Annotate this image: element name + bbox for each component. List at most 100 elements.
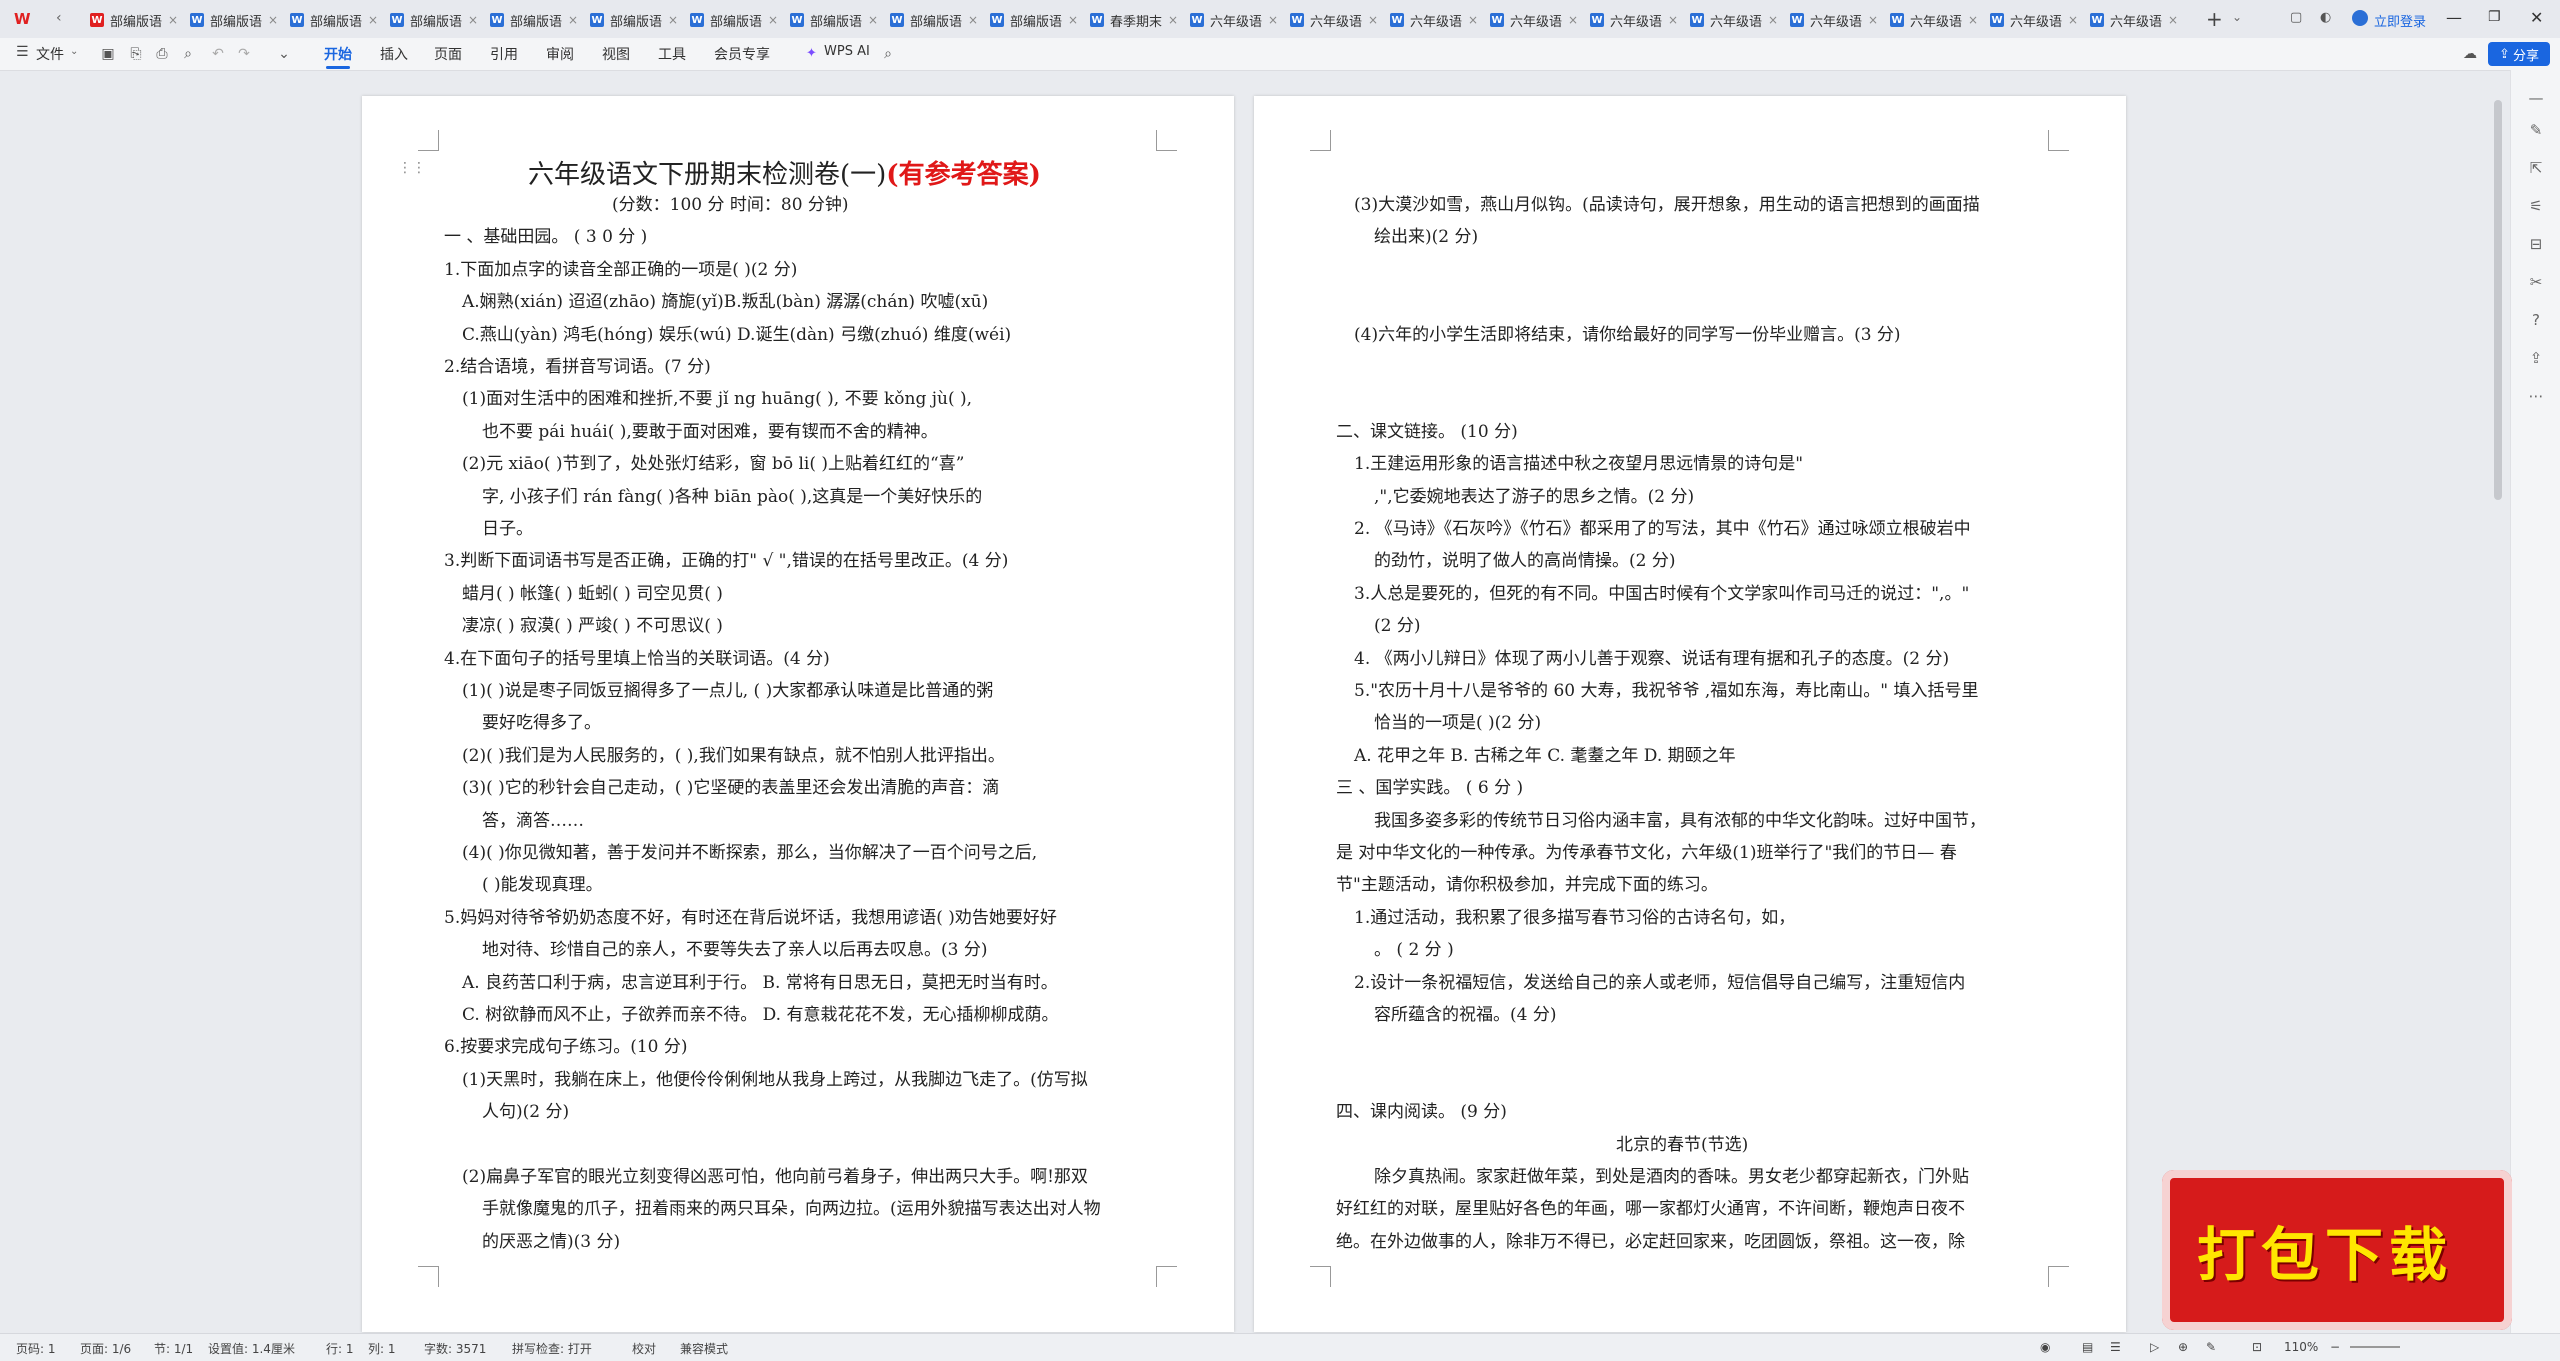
tab-close-icon[interactable]: × [968, 13, 978, 27]
ribbon-tab[interactable]: 审阅 [546, 44, 574, 64]
cloud-icon[interactable]: ☁ [2462, 46, 2478, 62]
tab-close-icon[interactable]: × [1868, 13, 1878, 27]
tab-close-icon[interactable]: × [1768, 13, 1778, 27]
tab-document[interactable]: W 部编版语 × [190, 6, 278, 34]
tab-close-icon[interactable]: × [1568, 13, 1578, 27]
zoom-slider[interactable] [2350, 1346, 2400, 1348]
restore-icon[interactable]: ❐ [2488, 9, 2501, 25]
ribbon-tab[interactable]: 视图 [602, 44, 630, 64]
tab-close-icon[interactable]: × [168, 13, 178, 27]
more-icon[interactable]: ⋯ [2526, 386, 2546, 406]
tab-close-icon[interactable]: × [1968, 13, 1978, 27]
tools-icon[interactable]: ✂ [2526, 272, 2546, 292]
more-chevron-icon[interactable]: ⌄ [276, 46, 292, 62]
vertical-scrollbar[interactable] [2494, 100, 2502, 500]
undo-icon[interactable]: ↶ [210, 46, 226, 62]
web-view-icon[interactable]: ⊕ [2178, 1340, 2188, 1354]
ribbon-tab[interactable]: 引用 [490, 44, 518, 64]
tab-close-icon[interactable]: × [868, 13, 878, 27]
tab-document[interactable]: W 六年级语 × [1190, 6, 1278, 34]
tab-close-icon[interactable]: × [768, 13, 778, 27]
tab-close-icon[interactable]: × [2068, 13, 2078, 27]
tab-document[interactable]: W 六年级语 × [1790, 6, 1878, 34]
drag-handle-icon[interactable]: ⋮⋮ [398, 160, 426, 176]
window-layout-icon[interactable]: ▢ [2290, 10, 2302, 25]
zoom-level[interactable]: 110% [2284, 1340, 2318, 1354]
tab-document[interactable]: W 部编版语 × [490, 6, 578, 34]
tab-document[interactable]: W 六年级语 × [1890, 6, 1978, 34]
tab-scroll-left-icon[interactable]: ‹ [56, 10, 62, 26]
select-icon[interactable]: ⇱ [2526, 158, 2546, 178]
skin-icon[interactable]: ◐ [2320, 10, 2331, 25]
tab-document[interactable]: W 部编版语 × [790, 6, 878, 34]
fit-page-icon[interactable]: ⊡ [2252, 1340, 2262, 1354]
tab-close-icon[interactable]: × [1468, 13, 1478, 27]
status-spell-check[interactable]: 拼写检查: 打开 [512, 1340, 592, 1357]
redo-icon[interactable]: ↷ [236, 46, 252, 62]
tab-document[interactable]: W 部编版语 × [90, 6, 178, 34]
file-menu[interactable]: 文件 [36, 44, 64, 64]
tab-close-icon[interactable]: × [668, 13, 678, 27]
outline-view-icon[interactable]: ☰ [2110, 1340, 2121, 1354]
print-icon[interactable]: ⎙ [154, 46, 170, 62]
tab-document[interactable]: W 春季期末 × [1090, 6, 1178, 34]
tab-document[interactable]: W 六年级语 × [1990, 6, 2078, 34]
tab-close-icon[interactable]: × [268, 13, 278, 27]
adjust-icon[interactable]: ⚟ [2526, 196, 2546, 216]
tab-close-icon[interactable]: × [1168, 13, 1178, 27]
tab-document[interactable]: W 部编版语 × [390, 6, 478, 34]
tab-list-chevron-icon[interactable]: ⌄ [2232, 10, 2242, 24]
tab-document[interactable]: W 六年级语 × [1490, 6, 1578, 34]
tab-close-icon[interactable]: × [468, 13, 478, 27]
tab-close-icon[interactable]: × [568, 13, 578, 27]
tab-document[interactable]: W 六年级语 × [1390, 6, 1478, 34]
tab-document[interactable]: W 部编版语 × [590, 6, 678, 34]
tab-close-icon[interactable]: × [368, 13, 378, 27]
minimize-icon[interactable]: — [2446, 8, 2462, 27]
tab-close-icon[interactable]: × [2168, 13, 2178, 27]
tab-close-icon[interactable]: × [1368, 13, 1378, 27]
tab-document[interactable]: W 六年级语 × [1590, 6, 1678, 34]
tab-document[interactable]: W 部编版语 × [290, 6, 378, 34]
tab-document[interactable]: W 部编版语 × [890, 6, 978, 34]
tab-document[interactable]: W 六年级语 × [1690, 6, 1778, 34]
print-preview-icon[interactable]: ⌕ [180, 46, 196, 62]
tab-close-icon[interactable]: × [1068, 13, 1078, 27]
tab-close-icon[interactable]: × [1268, 13, 1278, 27]
hamburger-icon[interactable]: ☰ [16, 44, 29, 60]
wps-logo-icon[interactable]: W [14, 10, 32, 28]
ribbon-tab[interactable]: 页面 [434, 44, 462, 64]
status-page[interactable]: 页面: 1/6 [80, 1340, 131, 1357]
share-button[interactable]: ⇪ 分享 [2488, 42, 2550, 66]
tab-document[interactable]: W 六年级语 × [1290, 6, 1378, 34]
tab-document[interactable]: W 部编版语 × [690, 6, 778, 34]
help-icon[interactable]: ? [2526, 310, 2546, 330]
login-avatar-icon[interactable] [2352, 10, 2368, 26]
new-tab-icon[interactable]: + [2206, 7, 2223, 31]
status-proof[interactable]: 校对 [632, 1340, 656, 1357]
search-icon[interactable]: ⌕ [880, 46, 896, 62]
close-icon[interactable]: ✕ [2530, 8, 2543, 27]
ribbon-tab[interactable]: 插入 [380, 44, 408, 64]
ribbon-tab[interactable]: 会员专享 [714, 44, 770, 64]
login-button[interactable]: 立即登录 [2374, 11, 2426, 30]
ribbon-tab[interactable]: 工具 [658, 44, 686, 64]
save-icon[interactable]: ▣ [100, 46, 116, 62]
play-icon[interactable]: ▷ [2150, 1340, 2159, 1354]
status-word-count[interactable]: 字数: 3571 [424, 1340, 486, 1357]
wps-ai-icon[interactable]: ✦ [806, 46, 817, 61]
eye-protection-icon[interactable]: ◉ [2040, 1340, 2050, 1354]
ribbon-tab[interactable]: 开始 [324, 44, 352, 64]
export-pdf-icon[interactable]: ⎘ [128, 46, 144, 62]
page-view-icon[interactable]: ▤ [2082, 1340, 2093, 1354]
tab-document[interactable]: W 部编版语 × [990, 6, 1078, 34]
zoom-out-icon[interactable]: − [2330, 1340, 2340, 1354]
edit-pen-icon[interactable]: ✎ [2526, 120, 2546, 140]
tab-close-icon[interactable]: × [1668, 13, 1678, 27]
file-chevron-icon[interactable]: ⌄ [70, 46, 78, 57]
format-icon[interactable]: ⊟ [2526, 234, 2546, 254]
collapse-icon[interactable]: — [2526, 88, 2546, 108]
download-package-banner[interactable]: 打包下载 [2162, 1170, 2512, 1330]
write-view-icon[interactable]: ✎ [2206, 1340, 2216, 1354]
tab-document[interactable]: W 六年级语 × [2090, 6, 2178, 34]
